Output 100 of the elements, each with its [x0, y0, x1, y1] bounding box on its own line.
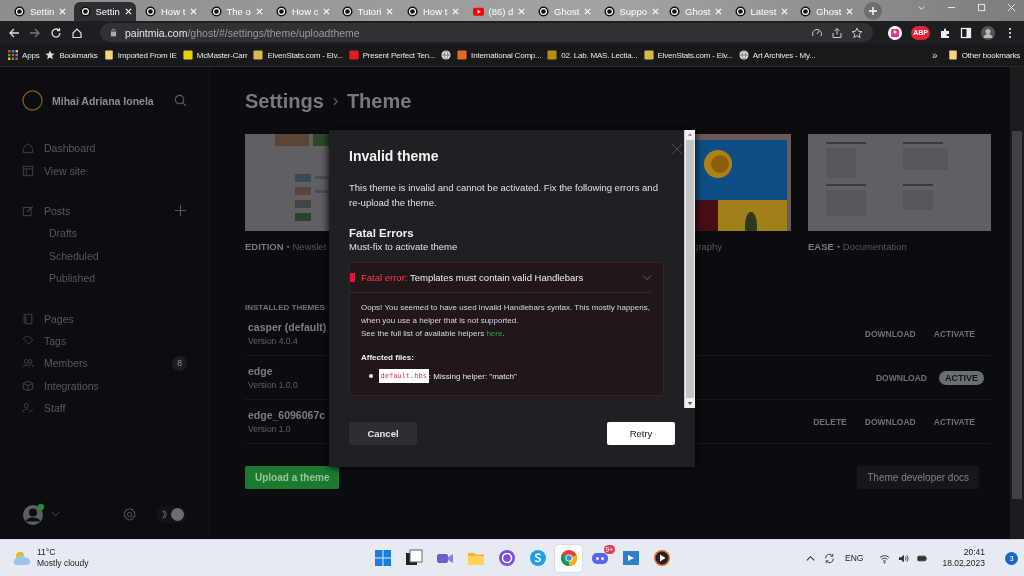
- upload-button[interactable]: Upload a theme: [245, 466, 340, 489]
- nav-item[interactable]: Dashboard: [22, 137, 187, 160]
- ring-icon: [800, 6, 811, 17]
- gauge-icon[interactable]: [811, 26, 824, 39]
- arrow-up-icon[interactable]: [687, 132, 693, 137]
- scrollbar[interactable]: [1010, 67, 1024, 539]
- url-host: paintmia.com: [125, 26, 188, 39]
- battery-icon[interactable]: [917, 552, 929, 564]
- browser-tab[interactable]: How t: [139, 2, 201, 21]
- profile-icon[interactable]: [888, 25, 903, 40]
- address-bar[interactable]: paintmia.com/ghost/#/settings/theme/uploadtheme: [100, 23, 874, 42]
- theme-version: Version 1.0.0: [248, 380, 298, 390]
- browser-tab[interactable]: How t: [401, 2, 463, 21]
- speaker-icon[interactable]: [898, 552, 910, 564]
- caret-icon[interactable]: [51, 511, 60, 517]
- bookmark[interactable]: ElvenStats.com - Elv...: [643, 50, 733, 60]
- chevron-down-icon[interactable]: [917, 3, 926, 12]
- nav-item[interactable]: Members 8: [22, 352, 187, 375]
- bookmark[interactable]: McMaster-Carr: [182, 50, 248, 60]
- search-icon[interactable]: [174, 94, 187, 107]
- moon-icon: [161, 509, 168, 519]
- browser-tab[interactable]: Ghost: [532, 2, 594, 21]
- nav-item[interactable]: Scheduled: [22, 244, 187, 267]
- browser-tab[interactable]: Suppo: [597, 2, 660, 21]
- theme-action-link[interactable]: DOWNLOAD: [876, 372, 927, 383]
- page-title[interactable]: Settings: [245, 89, 324, 113]
- ring-icon: [210, 6, 222, 17]
- ring-icon: [22, 90, 43, 111]
- puzzle-icon[interactable]: [939, 26, 951, 39]
- cancel-button[interactable]: Cancel: [349, 422, 417, 445]
- bookmark[interactable]: Art Archives - My...: [738, 50, 816, 60]
- browser-tab[interactable]: Settin: [73, 2, 136, 21]
- dialog-message: This theme is invalid and cannot be activated. Fix the following errors and re-upload the theme.: [349, 181, 659, 210]
- language-indicator[interactable]: ENG: [845, 553, 864, 563]
- theme-action-link[interactable]: ACTIVATE: [933, 416, 975, 427]
- browser-tab[interactable]: Tutori: [335, 2, 398, 21]
- theme-action-link[interactable]: DOWNLOAD: [864, 328, 916, 339]
- browser-tab[interactable]: How c: [270, 2, 332, 21]
- bookmark-folder[interactable]: Other bookmarks: [947, 50, 1020, 60]
- window-icon: [621, 549, 640, 567]
- browser-tab[interactable]: (86) d: [466, 2, 529, 21]
- bookmark[interactable]: ElvenStats.com - Elv...: [253, 50, 343, 60]
- forward-icon[interactable]: [29, 26, 41, 39]
- nav-item[interactable]: Posts: [22, 199, 187, 223]
- bookmark[interactable]: 02. Lab. MAS. Lectia...: [547, 50, 638, 60]
- browser-tab[interactable]: Ghost: [794, 2, 856, 21]
- bookmark[interactable]: International Comp...: [457, 50, 542, 60]
- browser-tab[interactable]: The o: [204, 2, 267, 21]
- nav-item[interactable]: Tags: [22, 329, 187, 353]
- maximize-icon[interactable]: [977, 3, 986, 12]
- nav-item[interactable]: Published: [22, 266, 187, 290]
- plus-icon[interactable]: [174, 204, 187, 218]
- sync-icon[interactable]: [824, 552, 836, 564]
- theme-action-link[interactable]: DOWNLOAD: [864, 416, 916, 427]
- avatar-icon[interactable]: [981, 25, 995, 40]
- star-icon[interactable]: [851, 26, 864, 39]
- temperature-text: 11°C: [37, 547, 57, 558]
- bookmark[interactable]: Bookmarks: [45, 50, 98, 60]
- theme-action-link[interactable]: DELETE: [813, 416, 847, 427]
- bookmark[interactable]: Present Perfect Ten...: [348, 50, 436, 60]
- section-heading: INSTALLED THEMES: [245, 303, 325, 312]
- browser-tab[interactable]: Settin: [8, 2, 70, 21]
- clock-time[interactable]: 20:41: [963, 547, 985, 558]
- arrow-down-icon[interactable]: [687, 401, 693, 406]
- lock-icon: [110, 28, 117, 37]
- ring-icon: [407, 6, 418, 17]
- browser-tab[interactable]: Latest: [728, 2, 791, 21]
- bookmark[interactable]: Imported From IE: [103, 50, 177, 60]
- nav-item[interactable]: Integrations: [22, 374, 187, 397]
- reload-icon[interactable]: [50, 26, 62, 39]
- settings-icon[interactable]: [122, 506, 137, 522]
- chat-bubble-icon: [528, 549, 547, 567]
- error-header[interactable]: Fatal error: Templates must contain valid Handlebars: [350, 263, 652, 293]
- theme-action-link[interactable]: ACTIVATE: [933, 328, 975, 339]
- browser-tab[interactable]: Ghost: [663, 2, 725, 21]
- nav-item[interactable]: Pages: [22, 307, 187, 330]
- page-icon: [22, 312, 34, 325]
- theme-toggle[interactable]: [156, 505, 187, 523]
- page-title: Theme: [346, 89, 412, 113]
- back-icon[interactable]: [8, 26, 20, 39]
- scrollbar[interactable]: [684, 130, 695, 408]
- theme-name: EASE: [808, 241, 834, 253]
- new-tab-button[interactable]: [863, 2, 882, 20]
- theme-name: edge: [248, 365, 274, 377]
- wifi-icon[interactable]: [879, 552, 891, 564]
- bookmark[interactable]: [441, 50, 452, 60]
- docs-button[interactable]: Theme developer docs: [857, 466, 979, 489]
- nav-item[interactable]: View site: [22, 159, 187, 182]
- home-icon[interactable]: [71, 26, 83, 39]
- theme-description: • Newslet: [286, 241, 327, 253]
- share-icon[interactable]: [831, 26, 844, 39]
- chevron-down-icon[interactable]: [642, 274, 652, 281]
- nav-item[interactable]: Drafts: [22, 222, 187, 245]
- retry-button[interactable]: Retry: [607, 422, 675, 445]
- more-bookmarks-button[interactable]: »: [928, 49, 942, 61]
- bookmark[interactable]: Apps: [8, 50, 40, 60]
- side-panel-icon[interactable]: [960, 26, 972, 39]
- clock-date[interactable]: 18.02.2023: [942, 558, 985, 569]
- nav-item[interactable]: Staff: [22, 396, 187, 420]
- avatar-icon[interactable]: [22, 503, 46, 525]
